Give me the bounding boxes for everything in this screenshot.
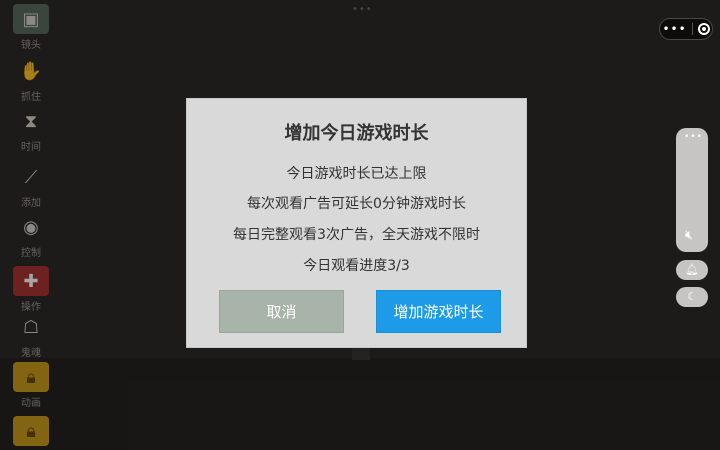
dialog-line: 每次观看广告可延长0分钟游戏时长	[247, 196, 466, 212]
side-control-panel: ••• 🔇︎	[676, 128, 708, 252]
more-icon[interactable]: •••	[684, 132, 703, 142]
extend-playtime-dialog: 增加今日游戏时长 今日游戏时长已达上限 每次观看广告可延长0分钟游戏时长 每日完…	[186, 98, 527, 348]
cancel-button[interactable]: 取消	[219, 290, 344, 333]
dialog-line: 今日观看进度3/3	[303, 258, 410, 274]
moon-icon[interactable]: ☾	[676, 287, 708, 307]
dialog-line: 每日完整观看3次广告，全天游戏不限时	[233, 227, 480, 243]
bell-icon[interactable]: 🔔︎	[676, 260, 708, 280]
miniprogram-capsule: •••	[659, 18, 713, 40]
dialog-title: 增加今日游戏时长	[284, 123, 429, 144]
mute-icon[interactable]: 🔇︎	[685, 228, 693, 243]
capsule-divider	[691, 23, 693, 35]
dialog-line: 今日游戏时长已达上限	[286, 166, 427, 182]
close-target-icon[interactable]	[697, 23, 710, 35]
more-icon[interactable]: •••	[662, 23, 686, 35]
extend-playtime-button[interactable]: 增加游戏时长	[376, 290, 501, 333]
